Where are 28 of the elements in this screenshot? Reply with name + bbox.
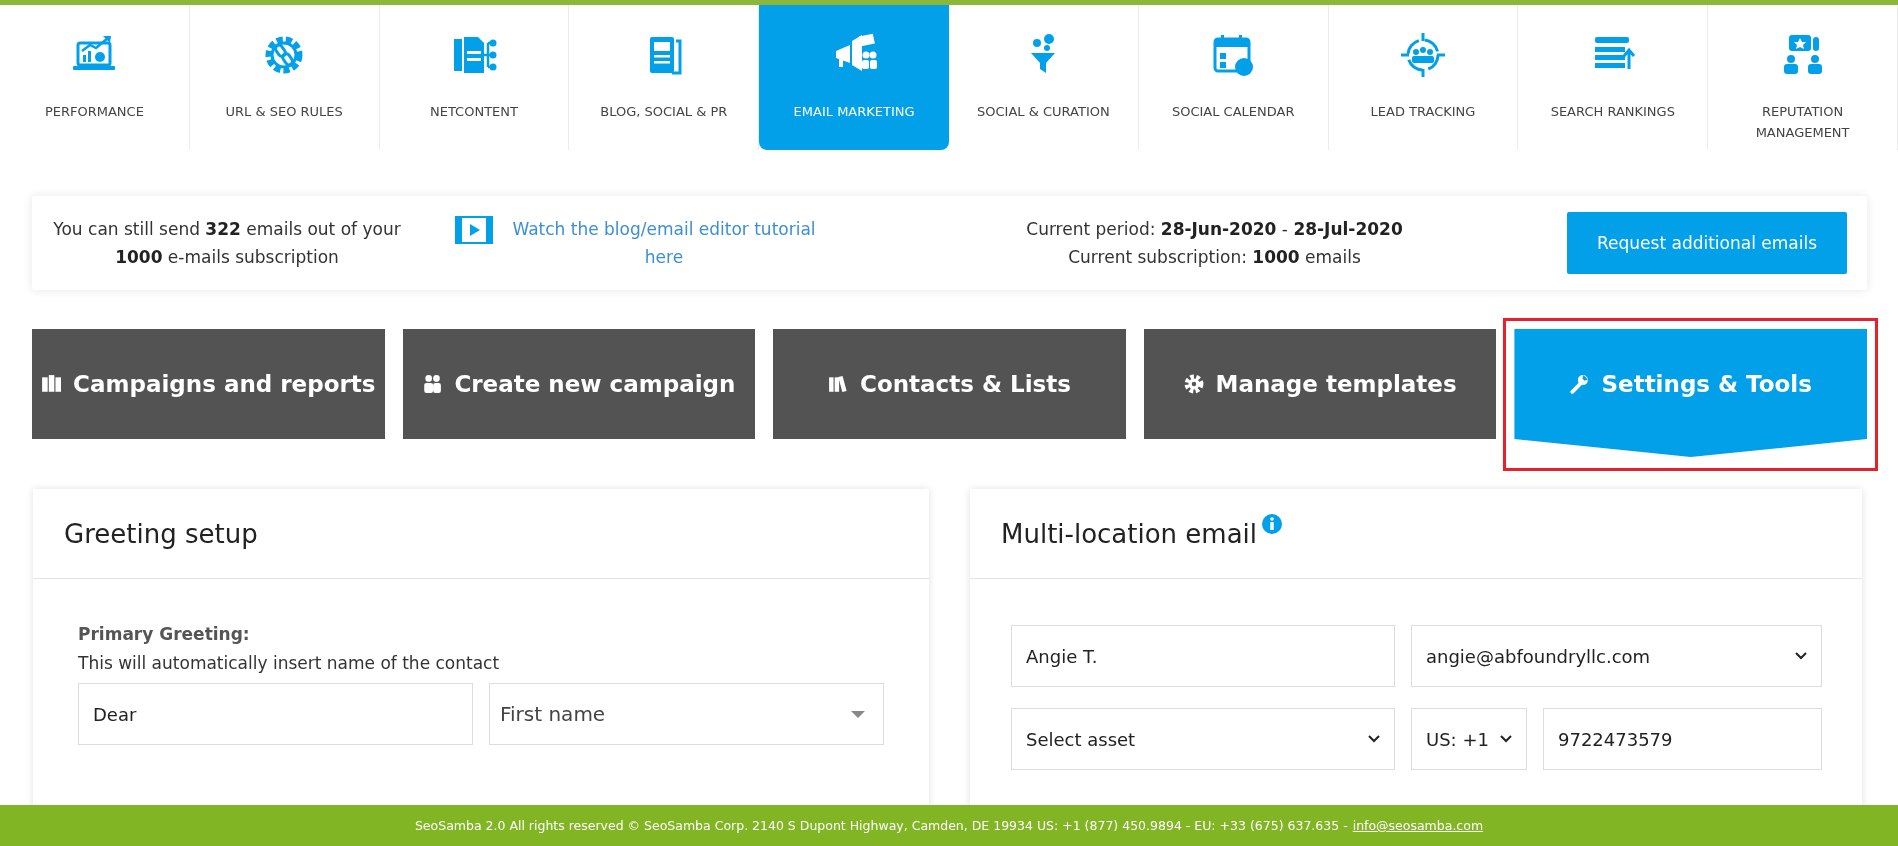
nav-tab[interactable]: NETCONTENT (379, 5, 570, 150)
country-code-select[interactable]: US: +1 (1411, 708, 1527, 770)
quota-text: You can still send 322 emails out of your 1000 e-mails subscription (52, 218, 402, 269)
nav-tab[interactable]: SEARCH RANKINGS (1518, 5, 1709, 150)
name-field[interactable]: Angie T. (1011, 625, 1395, 687)
asset-select[interactable]: Select asset (1011, 708, 1395, 770)
section-tab[interactable]: Create new campaign (402, 329, 756, 439)
subscription-text: Current subscription: 1000 emails (1068, 246, 1361, 269)
tutorial-link[interactable]: Watch the blog/email editor tutorial here (499, 215, 829, 271)
nav-tab[interactable]: SOCIAL & CURATION (949, 5, 1139, 150)
section-tab[interactable]: Contacts & Lists (773, 329, 1126, 439)
phone-field[interactable]: 9722473579 (1543, 708, 1822, 770)
name-select[interactable]: First name (489, 683, 884, 745)
section-tab[interactable]: Manage templates (1143, 329, 1497, 439)
nav-tab[interactable]: REPUTATION MANAGEMENT (1708, 5, 1898, 150)
nav-tab[interactable]: URL & SEO RULES (189, 5, 380, 150)
footer-text: SeoSamba 2.0 All rights reserved © SeoSamba Corp. 2140 S Dupont Highway, Camden, DE 19934 US: +1 (877) 450.9894 - EU: +33 (675) 637.635 - (414, 818, 1348, 833)
nav-tab[interactable]: PERFORMANCE (0, 5, 190, 150)
field-hint: This will automatically insert name of the contact (78, 652, 501, 675)
nav-tab[interactable]: SOCIAL CALENDAR (1138, 5, 1329, 150)
email-select[interactable]: angie@abfoundryllc.com (1411, 625, 1822, 687)
panel-title: Greeting setup (64, 518, 258, 549)
panel-title: Multi-location email (1001, 518, 1258, 549)
greeting-field[interactable]: Dear (78, 683, 473, 745)
section-tab[interactable]: Campaigns and reports (32, 329, 385, 439)
field-label: Primary Greeting: (78, 623, 251, 646)
current-period-text: Current period: 28-Jun-2020 - 28-Jul-2020 (1026, 218, 1403, 241)
nav-tab[interactable]: LEAD TRACKING (1328, 5, 1519, 150)
